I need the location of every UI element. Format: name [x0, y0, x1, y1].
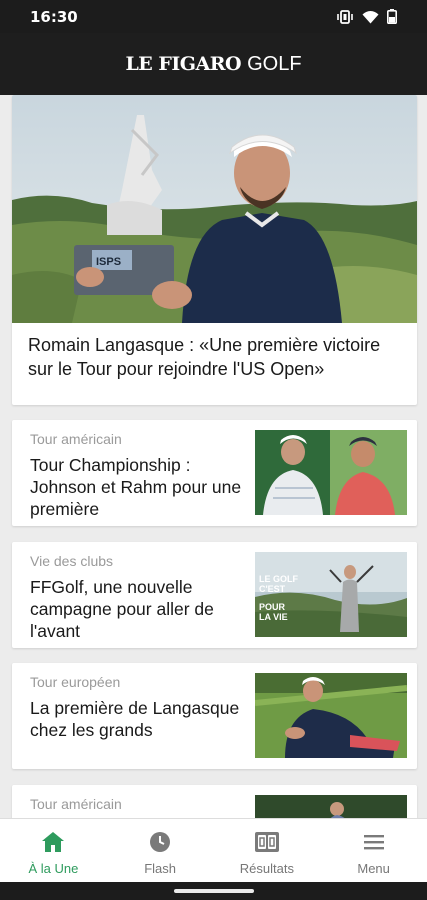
thumb-text-2: C'EST [259, 584, 286, 594]
article-category: Tour européen [30, 674, 121, 690]
gesture-handle[interactable] [174, 889, 254, 893]
vibrate-icon [337, 9, 353, 24]
app-header: LE FIGARO GOLF [0, 33, 427, 95]
bottom-navigation: À la Une Flash Résultats Menu [0, 818, 427, 882]
gesture-bar [0, 882, 427, 900]
battery-icon [387, 9, 397, 24]
article-thumbnail [255, 795, 407, 818]
nav-label: À la Une [28, 861, 79, 876]
home-icon [42, 832, 65, 852]
article-category: Tour américain [30, 431, 122, 447]
article-text: Tour européen La première de Langasque c… [30, 673, 245, 741]
article-card[interactable]: Vie des clubs FFGolf, une nouvelle campa… [12, 542, 417, 648]
hero-article-card[interactable]: ISPS Romain Langasque : «Une première vi… [12, 95, 417, 405]
nav-label: Menu [357, 861, 390, 876]
clock-icon [150, 832, 171, 852]
article-text: Tour américain Tour Championship : Johns… [30, 430, 245, 520]
scoreboard-icon [254, 832, 279, 852]
status-icons [336, 9, 397, 24]
article-category: Vie des clubs [30, 553, 114, 569]
article-text: Vie des clubs FFGolf, une nouvelle campa… [30, 552, 245, 642]
nav-item-a-la-une[interactable]: À la Une [0, 819, 107, 882]
brand-main: LE FIGARO [125, 52, 242, 75]
wifi-icon [362, 10, 379, 23]
brand-sub: GOLF [247, 52, 302, 75]
menu-icon [363, 835, 384, 850]
hero-image: ISPS [12, 95, 417, 323]
status-time: 16:30 [30, 7, 78, 26]
article-category: Tour américain [30, 796, 122, 812]
trophy-label: ISPS [96, 256, 121, 268]
nav-item-resultats[interactable]: Résultats [214, 819, 321, 882]
thumb-text-1: LE GOLF [259, 574, 298, 584]
article-thumbnail: LE GOLF C'EST POUR LA VIE [255, 552, 407, 637]
article-card[interactable]: Tour européen La première de Langasque c… [12, 663, 417, 769]
article-card[interactable]: Tour américain Tour Championship : Johns… [12, 420, 417, 526]
article-title[interactable]: Tour Championship : Johnson et Rahm pour… [30, 454, 245, 520]
article-thumbnail [255, 430, 407, 515]
article-title[interactable]: FFGolf, une nouvelle campagne pour aller… [30, 576, 245, 642]
nav-item-menu[interactable]: Menu [320, 819, 427, 882]
news-feed[interactable]: ISPS Romain Langasque : «Une première vi… [0, 95, 427, 818]
brand-logo: LE FIGARO GOLF [125, 53, 301, 76]
article-title[interactable]: La première de Langasque chez les grands [30, 697, 245, 741]
thumb-text-4: LA VIE [259, 612, 288, 622]
nav-label: Résultats [239, 861, 294, 876]
article-thumbnail [255, 673, 407, 758]
nav-label: Flash [144, 861, 177, 876]
thumb-text-3: POUR [259, 602, 286, 612]
status-bar: 16:30 [0, 0, 427, 33]
hero-title[interactable]: Romain Langasque : «Une première victoir… [12, 323, 417, 381]
article-text: Tour américain [30, 795, 245, 818]
article-card[interactable]: Tour américain [12, 785, 417, 818]
nav-item-flash[interactable]: Flash [107, 819, 214, 882]
